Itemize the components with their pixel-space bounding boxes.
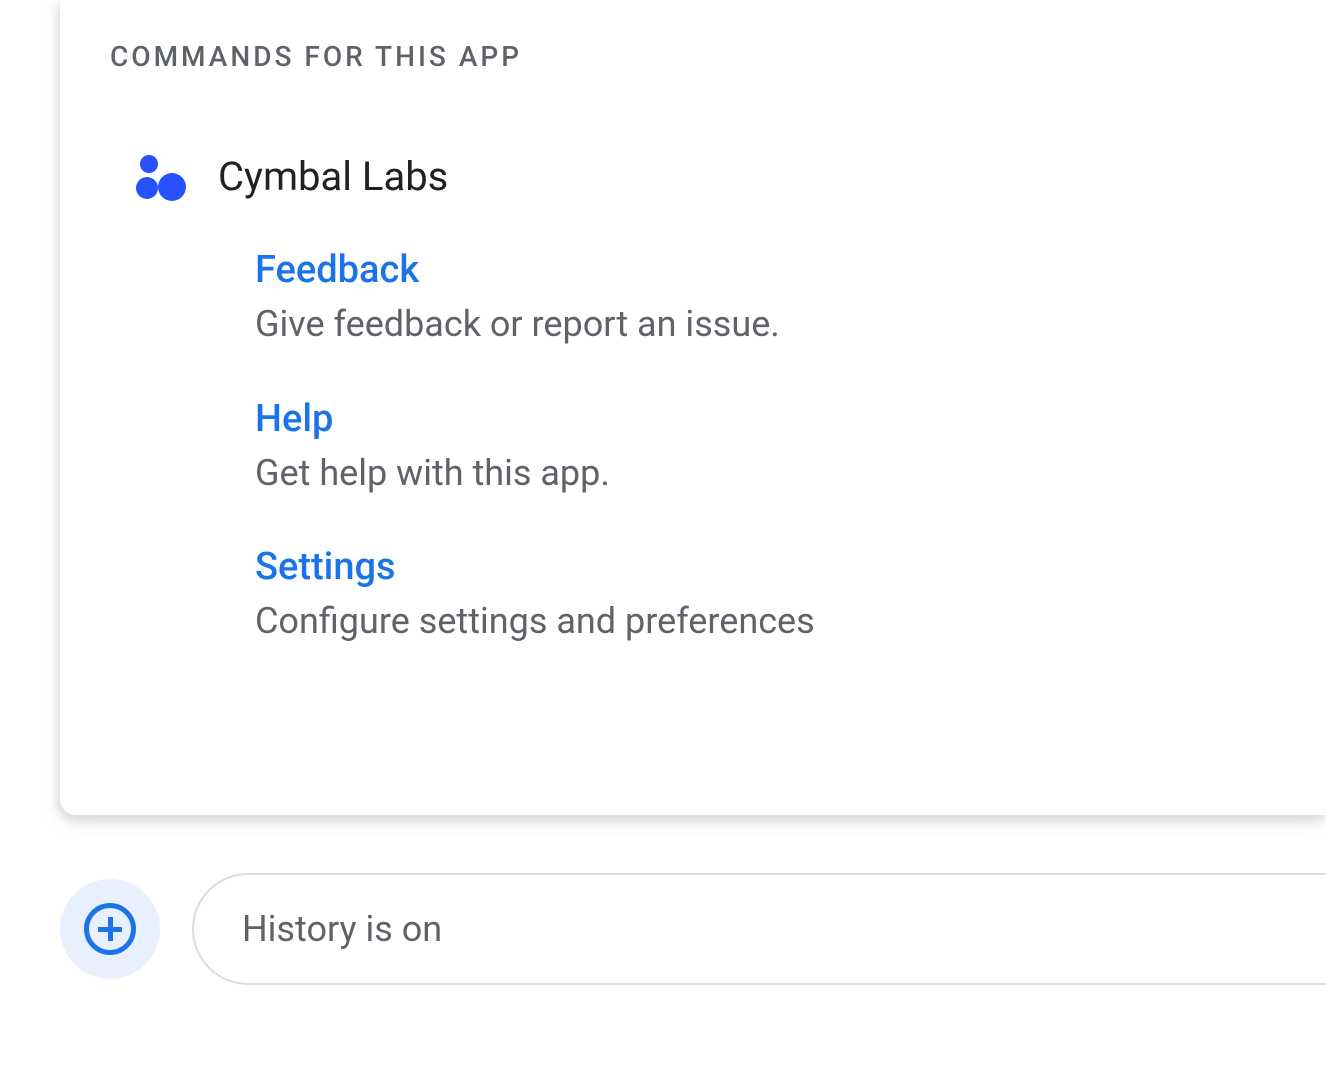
command-description: Get help with this app. <box>255 449 1276 498</box>
plus-icon <box>84 903 136 955</box>
app-name: Cymbal Labs <box>218 153 448 200</box>
command-title: Feedback <box>255 248 1276 292</box>
commands-list: Feedback Give feedback or report an issu… <box>255 248 1276 646</box>
command-description: Configure settings and preferences <box>255 597 1276 646</box>
command-title: Settings <box>255 545 1276 589</box>
app-header-row: Cymbal Labs <box>140 153 1276 200</box>
cymbal-labs-icon <box>140 155 190 199</box>
command-description: Give feedback or report an issue. <box>255 300 1276 349</box>
command-settings[interactable]: Settings Configure settings and preferen… <box>255 545 1276 646</box>
section-header: COMMANDS FOR THIS APP <box>110 40 1276 73</box>
compose-input[interactable]: History is on <box>192 873 1326 985</box>
command-help[interactable]: Help Get help with this app. <box>255 397 1276 498</box>
compose-placeholder: History is on <box>242 908 442 950</box>
command-title: Help <box>255 397 1276 441</box>
add-button[interactable] <box>60 879 160 979</box>
compose-row: History is on <box>60 873 1326 985</box>
command-feedback[interactable]: Feedback Give feedback or report an issu… <box>255 248 1276 349</box>
commands-popup-panel: COMMANDS FOR THIS APP Cymbal Labs Feedba… <box>60 0 1326 815</box>
